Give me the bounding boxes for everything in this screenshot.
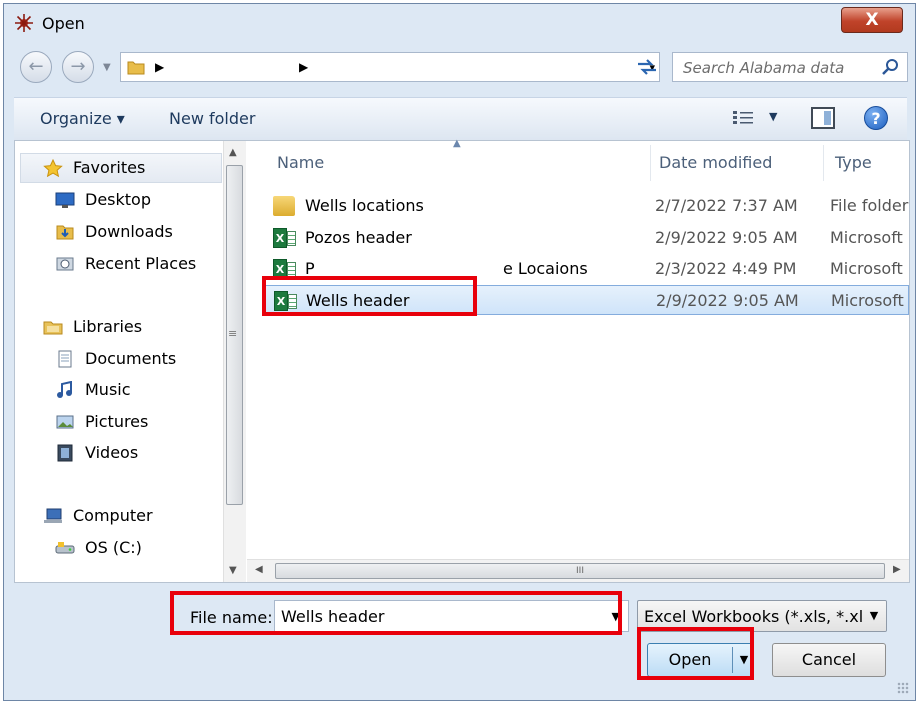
file-name: Pozos header: [305, 228, 412, 247]
nav-label: Desktop: [85, 190, 151, 209]
navigation-pane: Favorites Desktop Downloads Recent Place…: [15, 141, 246, 582]
column-divider[interactable]: [823, 145, 824, 181]
search-icon[interactable]: [881, 58, 899, 76]
computer-icon: [44, 508, 62, 523]
nav-label: Libraries: [73, 317, 143, 336]
nav-label: OS (C:): [85, 538, 142, 557]
views-dropdown-icon[interactable]: ▼: [769, 110, 777, 123]
star-icon: [43, 159, 63, 177]
breadcrumb-arrow-icon[interactable]: ▶: [299, 60, 308, 74]
close-button[interactable]: X: [841, 7, 903, 33]
highlight-box: [262, 276, 477, 316]
forward-button[interactable]: →: [62, 51, 94, 83]
column-header-name[interactable]: Name: [277, 153, 324, 172]
title-bar: Open X: [4, 4, 915, 44]
search-box[interactable]: [672, 52, 908, 82]
address-bar[interactable]: ▶ ▶ ▾: [120, 52, 660, 82]
file-type: Microsoft: [830, 228, 903, 247]
file-list: ▲ Name Date modified Type Wells location…: [247, 138, 909, 582]
column-header-type[interactable]: Type: [835, 153, 872, 172]
scroll-up-icon[interactable]: ▲: [229, 147, 237, 158]
file-date: 2/3/2022 4:49 PM: [655, 259, 797, 278]
documents-icon: [58, 350, 72, 368]
nav-label: Videos: [85, 443, 139, 462]
file-type: Microsoft: [830, 259, 903, 278]
file-type-value: Excel Workbooks (*.xls, *.xlsx): [644, 607, 887, 626]
music-icon: [57, 381, 72, 398]
scroll-down-icon[interactable]: ▼: [229, 565, 237, 576]
scroll-grip-icon: ≡: [228, 327, 238, 340]
file-type: Microsoft: [831, 291, 904, 310]
highlight-box: [637, 627, 754, 680]
file-row[interactable]: Wells locations 2/7/2022 7:37 AM File fo…: [265, 191, 909, 221]
recent-locations-dropdown[interactable]: ▼: [103, 62, 111, 73]
window-title: Open: [42, 14, 85, 33]
cancel-button[interactable]: Cancel: [772, 643, 886, 677]
breadcrumb-arrow-icon[interactable]: ▶: [155, 60, 164, 74]
file-name-tail: e Locaions: [503, 259, 588, 278]
back-arrow-icon: ←: [28, 56, 44, 77]
scroll-left-icon[interactable]: ◀: [255, 564, 263, 575]
preview-pane-icon[interactable]: [811, 107, 835, 129]
column-header-date[interactable]: Date modified: [659, 153, 772, 172]
back-button[interactable]: ←: [20, 51, 52, 83]
excel-icon: X: [273, 228, 296, 248]
chevron-down-icon[interactable]: ▼: [862, 601, 886, 631]
file-type: File folder: [830, 196, 909, 215]
nav-pane-scrollbar[interactable]: ▲ ≡ ▼: [223, 141, 246, 582]
libraries-icon: [43, 321, 63, 335]
file-date: 2/9/2022 9:05 AM: [655, 228, 798, 247]
help-icon[interactable]: ?: [864, 106, 888, 130]
nav-label: Favorites: [73, 158, 146, 177]
column-divider[interactable]: [650, 145, 651, 181]
nav-label: Documents: [85, 349, 177, 368]
refresh-icon[interactable]: [634, 55, 660, 79]
downloads-icon: [56, 225, 74, 240]
desktop-icon: [55, 192, 75, 208]
highlight-box: [170, 591, 622, 635]
folder-icon: [273, 196, 295, 216]
forward-arrow-icon: →: [70, 56, 86, 77]
nav-label: Recent Places: [85, 254, 197, 273]
views-icon[interactable]: [732, 109, 754, 127]
browser-content: Favorites Desktop Downloads Recent Place…: [14, 138, 910, 583]
command-bar: Organize ▾ New folder ▼ ?: [14, 97, 907, 141]
nav-label: Pictures: [85, 412, 149, 431]
scroll-right-icon[interactable]: ▶: [893, 564, 901, 575]
search-input[interactable]: [681, 57, 875, 79]
organize-button[interactable]: Organize ▾: [40, 109, 125, 128]
file-date: 2/7/2022 7:37 AM: [655, 196, 798, 215]
sort-ascending-icon: ▲: [453, 138, 461, 149]
resize-grip-icon[interactable]: [897, 682, 909, 694]
nav-label: Music: [85, 380, 131, 399]
drive-icon: [55, 542, 75, 554]
recent-places-icon: [56, 257, 74, 271]
nav-label: Computer: [73, 506, 153, 525]
file-list-scrollbar[interactable]: ◀ III ▶: [247, 559, 909, 582]
videos-icon: [57, 444, 73, 462]
file-date: 2/9/2022 9:05 AM: [656, 291, 799, 310]
pictures-icon: [56, 415, 74, 429]
file-row[interactable]: X Pozos header 2/9/2022 9:05 AM Microsof…: [265, 223, 909, 253]
nav-label: Downloads: [85, 222, 173, 241]
app-icon: [15, 14, 33, 32]
file-name: Wells locations: [305, 196, 424, 215]
scrollbar-thumb[interactable]: III: [275, 563, 885, 579]
new-folder-button[interactable]: New folder: [169, 109, 255, 128]
folder-icon: [127, 61, 145, 75]
